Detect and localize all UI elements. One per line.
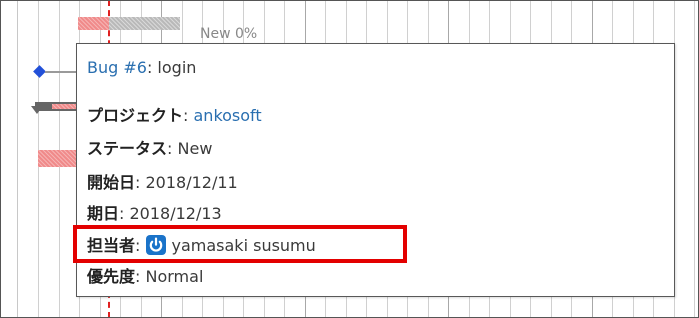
- project-label: プロジェクト: [87, 106, 184, 125]
- tooltip-start-date-row: 開始日: 2018/12/11: [87, 173, 238, 193]
- assignee-separator: :: [135, 236, 146, 255]
- project-separator: :: [183, 106, 194, 125]
- milestone-connector: [45, 71, 76, 73]
- tooltip-assignee-row: 担当者: yamasaki susumu: [87, 235, 316, 256]
- project-link[interactable]: ankosoft: [194, 106, 262, 125]
- task-bar-late-2[interactable]: [38, 150, 76, 167]
- issue-subject: : login: [146, 58, 197, 77]
- priority-label: 優先度: [87, 267, 136, 286]
- priority-separator: :: [135, 267, 146, 286]
- gantt-chart-area: New 0% Bug #6: login プロジェクト: ankosoft ステ…: [0, 0, 699, 318]
- tooltip-issue-title: Bug #6: login: [87, 58, 196, 78]
- milestone-diamond-icon[interactable]: [33, 65, 46, 78]
- assignee-label: 担当者: [87, 236, 136, 255]
- task-status-label: New 0%: [200, 26, 258, 42]
- due-date-label: 期日: [87, 204, 120, 223]
- task-bar-late[interactable]: [78, 17, 109, 30]
- assignee-value: yamasaki susumu: [171, 236, 316, 255]
- status-label: ステータス: [87, 139, 168, 158]
- status-value: New: [177, 139, 213, 158]
- start-date-label: 開始日: [87, 173, 136, 192]
- task-bar-remaining[interactable]: [109, 17, 180, 30]
- start-date-value: 2018/12/11: [145, 173, 238, 192]
- tooltip-priority-row: 優先度: Normal: [87, 267, 203, 287]
- power-icon: [145, 235, 166, 255]
- status-separator: :: [167, 139, 178, 158]
- tooltip-project-row: プロジェクト: ankosoft: [87, 106, 262, 126]
- priority-value: Normal: [145, 267, 204, 286]
- gantt-left-border: [17, 0, 18, 318]
- start-date-separator: :: [135, 173, 146, 192]
- due-date-separator: :: [119, 204, 130, 223]
- tooltip-status-row: ステータス: New: [87, 139, 212, 159]
- issue-tooltip: Bug #6: login プロジェクト: ankosoft ステータス: Ne…: [76, 43, 675, 297]
- due-date-value: 2018/12/13: [129, 204, 222, 223]
- tooltip-due-date-row: 期日: 2018/12/13: [87, 204, 222, 224]
- parent-task-late-overlay: [52, 104, 76, 109]
- issue-link[interactable]: Bug #6: [87, 58, 147, 77]
- gantt-day-column-line: [694, 0, 695, 318]
